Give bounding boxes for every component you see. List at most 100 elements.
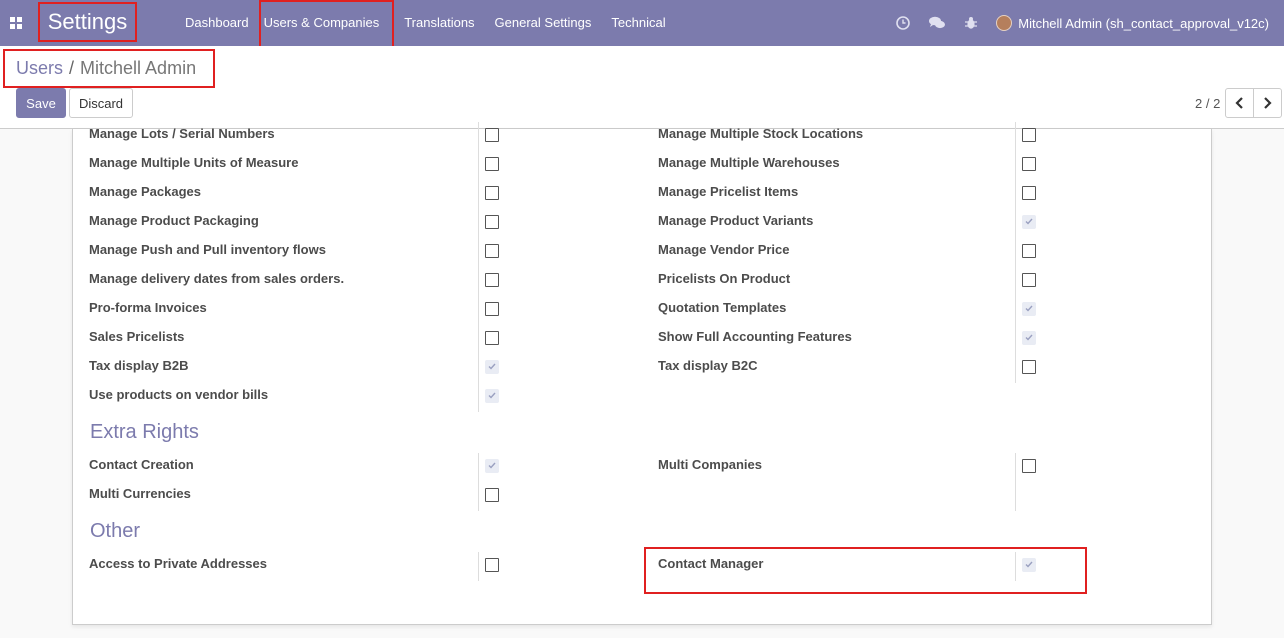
field-label-manage-multiple-stock-locations: Manage Multiple Stock Locations bbox=[658, 126, 864, 141]
checkbox-pricelists-on-product[interactable] bbox=[1022, 273, 1036, 287]
checkbox-quotation-templates[interactable] bbox=[1022, 302, 1036, 316]
field-label-quotation-templates: Quotation Templates bbox=[658, 300, 787, 315]
field-separator bbox=[478, 238, 479, 267]
pager-value[interactable]: 2 / 2 bbox=[1195, 96, 1220, 111]
checkbox-manage-delivery-dates-from-sales-orders[interactable] bbox=[485, 273, 499, 287]
activity-clock-icon[interactable] bbox=[886, 0, 920, 46]
menu-dashboard[interactable]: Dashboard bbox=[175, 0, 259, 46]
control-panel: Users / Mitchell Admin Save Discard 2 / … bbox=[0, 46, 1284, 129]
checkbox-manage-multiple-units-of-measure[interactable] bbox=[485, 157, 499, 171]
discard-button[interactable]: Discard bbox=[69, 88, 133, 118]
field-label-manage-vendor-price: Manage Vendor Price bbox=[658, 242, 790, 257]
breadcrumb-separator: / bbox=[69, 58, 75, 78]
user-name: Mitchell Admin (sh_contact_approval_v12c… bbox=[1018, 15, 1269, 31]
form-sheet: Manage Lots / Serial Numbers Manage Multi… bbox=[72, 122, 1212, 625]
field-label-manage-packages: Manage Packages bbox=[89, 184, 202, 199]
field-label-manage-pricelist-items: Manage Pricelist Items bbox=[658, 184, 799, 199]
app-title: Settings bbox=[38, 2, 137, 42]
checkbox-manage-multiple-stock-locations[interactable] bbox=[1022, 128, 1036, 142]
field-separator bbox=[1015, 209, 1016, 238]
field-separator bbox=[1015, 354, 1016, 383]
field-separator bbox=[1015, 296, 1016, 325]
field-separator bbox=[478, 383, 479, 412]
field-label-contact-creation: Contact Creation bbox=[89, 457, 194, 472]
chevron-left-icon bbox=[1235, 97, 1243, 109]
apps-menu-icon[interactable] bbox=[0, 0, 32, 46]
field-separator bbox=[1015, 325, 1016, 354]
field-separator bbox=[478, 552, 479, 581]
checkbox-multi-companies[interactable] bbox=[1022, 459, 1036, 473]
checkbox-manage-lots-serial-numbers[interactable] bbox=[485, 128, 499, 142]
field-label-manage-lots-serial-numbers: Manage Lots / Serial Numbers bbox=[89, 126, 275, 141]
checkbox-manage-push-and-pull-inventory-flows[interactable] bbox=[485, 244, 499, 258]
checkbox-use-products-on-vendor-bills[interactable] bbox=[485, 389, 499, 403]
field-separator bbox=[478, 267, 479, 296]
field-label-manage-push-and-pull-inventory-flows: Manage Push and Pull inventory flows bbox=[89, 242, 326, 257]
breadcrumb-current: Mitchell Admin bbox=[80, 58, 197, 78]
checkbox-tax-display-b2b[interactable] bbox=[485, 360, 499, 374]
menu-technical[interactable]: Technical bbox=[601, 0, 675, 46]
debug-bug-icon[interactable] bbox=[954, 0, 988, 46]
save-button[interactable]: Save bbox=[16, 88, 66, 118]
menu-users-companies[interactable]: Users & Companies bbox=[258, 0, 395, 48]
field-label-multi-companies: Multi Companies bbox=[658, 457, 763, 472]
field-separator bbox=[1015, 180, 1016, 209]
field-label-manage-product-packaging: Manage Product Packaging bbox=[89, 213, 259, 228]
field-label-manage-multiple-warehouses: Manage Multiple Warehouses bbox=[658, 155, 840, 170]
field-separator bbox=[1015, 238, 1016, 267]
field-label-sales-pricelists: Sales Pricelists bbox=[89, 329, 185, 344]
checkbox-tax-display-b2c[interactable] bbox=[1022, 360, 1036, 374]
checkbox-manage-product-packaging[interactable] bbox=[485, 215, 499, 229]
field-separator bbox=[1015, 453, 1016, 511]
checkbox-pro-forma-invoices[interactable] bbox=[485, 302, 499, 316]
field-separator bbox=[1015, 122, 1016, 151]
breadcrumb-parent-users[interactable]: Users bbox=[16, 58, 63, 79]
systray: Mitchell Admin (sh_contact_approval_v12c… bbox=[886, 0, 1284, 46]
field-label-use-products-on-vendor-bills: Use products on vendor bills bbox=[89, 387, 269, 402]
discuss-chat-icon[interactable] bbox=[920, 0, 954, 46]
field-separator bbox=[478, 453, 479, 482]
field-separator bbox=[478, 354, 479, 383]
field-label-pricelists-on-product: Pricelists On Product bbox=[658, 271, 791, 286]
field-separator bbox=[478, 325, 479, 354]
field-separator bbox=[478, 482, 479, 511]
field-label-manage-multiple-units-of-measure: Manage Multiple Units of Measure bbox=[89, 155, 299, 170]
top-navbar: Settings Dashboard Users & Companies Tra… bbox=[0, 0, 1284, 48]
section-title-extra-rights: Extra Rights bbox=[90, 421, 199, 443]
menu-translations[interactable]: Translations bbox=[394, 0, 484, 46]
field-separator bbox=[1015, 151, 1016, 180]
checkbox-access-to-private-addresses[interactable] bbox=[485, 558, 499, 572]
checkbox-manage-product-variants[interactable] bbox=[1022, 215, 1036, 229]
field-label-manage-product-variants: Manage Product Variants bbox=[658, 213, 814, 228]
field-separator bbox=[1015, 267, 1016, 296]
field-label-tax-display-b2b: Tax display B2B bbox=[89, 358, 189, 373]
field-separator bbox=[478, 122, 479, 151]
field-separator bbox=[478, 209, 479, 238]
field-label-pro-forma-invoices: Pro-forma Invoices bbox=[89, 300, 207, 315]
user-menu[interactable]: Mitchell Admin (sh_contact_approval_v12c… bbox=[988, 0, 1284, 46]
field-label-access-to-private-addresses: Access to Private Addresses bbox=[89, 556, 268, 571]
avatar bbox=[996, 15, 1013, 31]
breadcrumb: Users / Mitchell Admin bbox=[3, 49, 215, 88]
checkbox-multi-currencies[interactable] bbox=[485, 488, 499, 502]
field-label-show-full-accounting-features: Show Full Accounting Features bbox=[658, 329, 852, 344]
field-label-tax-display-b2c: Tax display B2C bbox=[658, 358, 758, 373]
menu-general-settings[interactable]: General Settings bbox=[485, 0, 602, 46]
checkbox-manage-vendor-price[interactable] bbox=[1022, 244, 1036, 258]
field-separator bbox=[478, 180, 479, 209]
field-label-multi-currencies: Multi Currencies bbox=[89, 486, 191, 501]
pager-previous-button[interactable] bbox=[1225, 88, 1254, 118]
checkbox-manage-multiple-warehouses[interactable] bbox=[1022, 157, 1036, 171]
checkbox-sales-pricelists[interactable] bbox=[485, 331, 499, 345]
pager-next-button[interactable] bbox=[1253, 88, 1282, 118]
chevron-right-icon bbox=[1264, 97, 1272, 109]
main-menu: Dashboard Users & Companies Translations… bbox=[175, 0, 676, 48]
field-separator bbox=[478, 151, 479, 180]
checkbox-manage-pricelist-items[interactable] bbox=[1022, 186, 1036, 200]
checkbox-show-full-accounting-features[interactable] bbox=[1022, 331, 1036, 345]
field-label-manage-delivery-dates-from-sales-orders: Manage delivery dates from sales orders. bbox=[89, 271, 345, 286]
section-title-other: Other bbox=[90, 520, 141, 542]
checkbox-manage-packages[interactable] bbox=[485, 186, 499, 200]
checkbox-contact-creation[interactable] bbox=[485, 459, 499, 473]
field-separator bbox=[478, 296, 479, 325]
